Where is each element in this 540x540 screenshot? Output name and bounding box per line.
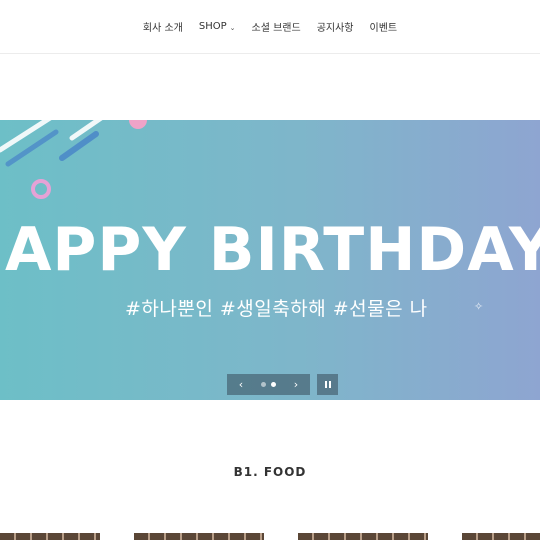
chevron-right-icon[interactable]: › bbox=[290, 374, 302, 395]
slider-navigation: ‹ › bbox=[227, 374, 310, 395]
nav-item-label: 회사 소개 bbox=[142, 23, 183, 34]
top-navigation: 회사 소개 SHOP ⌄ 소셜 브랜드 공지사항 이벤트 bbox=[0, 0, 540, 54]
hero-headline: APPY BIRTHDAY bbox=[5, 215, 540, 285]
section-title: B1. FOOD bbox=[233, 465, 307, 479]
nav-item-about[interactable]: 회사 소개 bbox=[143, 19, 183, 34]
pause-icon bbox=[324, 381, 327, 388]
nav-item-shop[interactable]: SHOP ⌄ bbox=[199, 21, 236, 32]
nav-item-label: 공지사항 bbox=[316, 23, 354, 34]
chevron-down-icon: ⌄ bbox=[229, 23, 236, 32]
nav-item-label: 이벤트 bbox=[369, 23, 398, 34]
slider-dot-1[interactable] bbox=[261, 382, 266, 387]
hero-banner[interactable]: ✧ APPY BIRTHDAY #하나뿐인 #생일축하해 #선물은 나 ‹ › bbox=[0, 120, 540, 400]
product-thumbnail[interactable] bbox=[134, 533, 264, 540]
pause-button[interactable] bbox=[317, 374, 338, 395]
chevron-left-icon[interactable]: ‹ bbox=[235, 374, 247, 395]
nav-item-notice[interactable]: 공지사항 bbox=[317, 19, 354, 34]
nav-item-social-brand[interactable]: 소셜 브랜드 bbox=[252, 19, 301, 34]
nav-item-event[interactable]: 이벤트 bbox=[370, 19, 398, 34]
slider-controls: ‹ › bbox=[227, 374, 338, 395]
svg-text:✧: ✧ bbox=[474, 300, 483, 313]
nav-item-label: 소셜 브랜드 bbox=[251, 23, 301, 34]
product-grid bbox=[0, 533, 540, 540]
hero-tagline: #하나뿐인 #생일축하해 #선물은 나 bbox=[125, 298, 428, 320]
nav-item-label: SHOP bbox=[198, 21, 227, 32]
product-thumbnail[interactable] bbox=[462, 533, 540, 540]
slider-pagination bbox=[261, 382, 276, 387]
slider-dot-2[interactable] bbox=[271, 382, 276, 387]
product-thumbnail[interactable] bbox=[298, 533, 428, 540]
product-thumbnail[interactable] bbox=[0, 533, 100, 540]
pause-icon bbox=[328, 381, 331, 388]
